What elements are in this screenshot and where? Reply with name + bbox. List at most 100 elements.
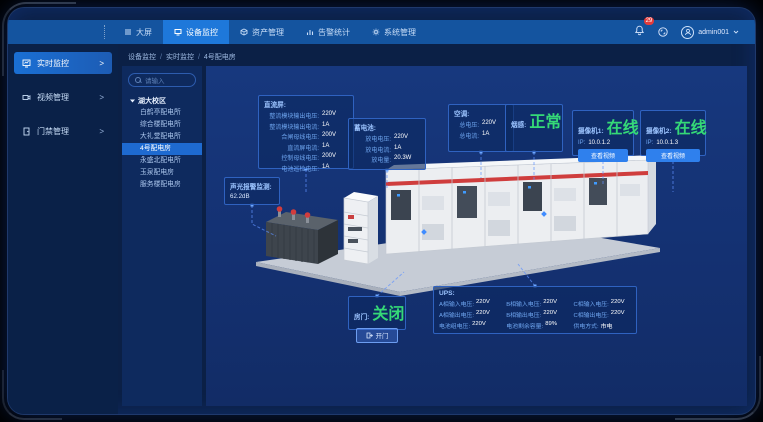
metric-value: 1A: [322, 143, 348, 152]
tree-item-selected[interactable]: 4号配电房: [122, 143, 202, 155]
app-window: 大屏 设备监控 资产管理 告警统计 系统管理 29: [8, 8, 755, 414]
notifications-button[interactable]: 29: [634, 23, 645, 41]
sidebar-item-label: 视频管理: [37, 92, 69, 103]
camera-title: 摄像机2:: [646, 125, 672, 135]
camera-status: 在线: [607, 114, 639, 138]
chevron-right-icon: >: [99, 59, 104, 68]
metric-value: 市电: [601, 321, 613, 330]
station-tree-panel: 请输入 湖大校区 白鹤亭配电所 综合楼配电所 大礼堂配电所 4号配电房 永盛北配…: [122, 66, 202, 406]
dc-screen-panel: 直流屏: 整流模块输出电压:220V 整流模块输出电流:1A 合闸母线电压:20…: [258, 95, 354, 169]
panel-title: 空调:: [454, 108, 508, 118]
chevron-right-icon: >: [99, 127, 104, 136]
door-access-icon: [22, 127, 31, 136]
user-menu[interactable]: admin001: [681, 26, 739, 39]
tree-item[interactable]: 玉泉配电房: [122, 167, 202, 179]
notification-badge: 29: [644, 17, 655, 25]
nav-item-assets[interactable]: 资产管理: [229, 20, 295, 44]
nav-item-dashboard[interactable]: 大屏: [113, 20, 163, 44]
avatar: [681, 26, 694, 39]
bar-chart-icon: [306, 28, 314, 36]
monitor-icon: [174, 28, 182, 36]
metric-label: 直流屏电流:: [264, 143, 319, 152]
nav-label: 大屏: [136, 27, 152, 38]
tree-root-label: 湖大校区: [138, 96, 166, 106]
search-placeholder: 请输入: [145, 75, 165, 85]
nav-item-alarm-stats[interactable]: 告警统计: [295, 20, 361, 44]
metric-value: 1A: [322, 164, 348, 173]
nav-divider: [104, 25, 105, 39]
chevron-right-icon: >: [99, 93, 104, 102]
metric-label: 放电电压:: [354, 134, 391, 143]
metric-label: 整流模块输出电压:: [264, 111, 319, 120]
metric-label: 总电流:: [454, 131, 479, 140]
nav-item-system[interactable]: 系统管理: [361, 20, 427, 44]
door-label: 房门:: [354, 311, 369, 321]
panel-title: 蓄电池:: [354, 122, 420, 132]
tree-search-input[interactable]: 请输入: [128, 73, 196, 87]
tree-item[interactable]: 永盛北配电所: [122, 155, 202, 167]
door-open-icon: [366, 332, 373, 339]
sound-light-alarm-panel: 声光报警监测: 62.2dB: [224, 177, 280, 205]
metric-value: 220V: [322, 111, 348, 120]
metric-label: 电池巡检电压:: [264, 164, 319, 173]
gear-icon: [372, 28, 380, 36]
bell-icon: [634, 25, 645, 36]
panel-title: 声光报警监测:: [230, 181, 274, 191]
tree-item[interactable]: 综合楼配电所: [122, 119, 202, 131]
sidebar-item-realtime-monitor[interactable]: 实时监控 >: [14, 52, 112, 74]
camera-1-panel: 摄像机1: 在线 IP: 10.0.1.2 查看视频: [572, 110, 634, 156]
breadcrumb-item[interactable]: 4号配电房: [204, 52, 236, 62]
fullscreen-icon[interactable]: [658, 27, 668, 37]
ups-panel: UPS: A相输入电压:220V B相输入电压:220V C相输入电压:220V…: [433, 286, 637, 334]
main-content: 直流屏: 整流模块输出电压:220V 整流模块输出电流:1A 合闸母线电压:20…: [206, 66, 747, 406]
camera-2-panel: 摄像机2: 在线 IP: 10.0.1.3 查看视频: [640, 110, 706, 156]
metric-label: 总电压:: [454, 120, 479, 129]
metric-label: 整流模块输出电流:: [264, 122, 319, 131]
ip-label: IP:: [646, 140, 653, 146]
tree-root-node[interactable]: 湖大校区: [122, 95, 202, 107]
open-door-label: 开门: [376, 331, 389, 340]
tree-item[interactable]: 白鹤亭配电所: [122, 107, 202, 119]
search-icon: [135, 77, 141, 83]
metric-label: C相输入电压:: [573, 299, 608, 308]
metric-label: B相输出电压:: [506, 310, 541, 319]
battery-panel: 蓄电池: 放电电压:220V 放电电流:1A 放电量:20.3W: [348, 118, 426, 170]
smoke-label: 烟感:: [511, 119, 526, 129]
menu-icon: [124, 28, 132, 36]
sidebar-item-video-management[interactable]: 视频管理 >: [14, 86, 112, 108]
user-icon: [684, 28, 692, 36]
sidebar: 实时监控 > 视频管理 > 门禁管理 >: [8, 44, 118, 414]
camera-status: 在线: [675, 114, 707, 138]
power-room-3d-scene: [214, 152, 694, 302]
metric-value: 200V: [322, 132, 348, 141]
door-status: 关闭: [372, 300, 404, 324]
asset-box-icon: [240, 28, 248, 36]
breadcrumb-item[interactable]: 实时监控: [166, 52, 194, 62]
alarm-level-value: 62.2dB: [230, 193, 274, 200]
metric-label: 电池组电压:: [439, 321, 470, 330]
breadcrumb-item[interactable]: 设备监控: [128, 52, 156, 62]
ip-value: 10.0.1.2: [588, 140, 610, 146]
breadcrumb: 设备监控 / 实时监控 / 4号配电房: [128, 52, 236, 62]
sidebar-item-label: 门禁管理: [37, 126, 69, 137]
nav-label: 资产管理: [252, 27, 284, 38]
view-video-button[interactable]: 查看视频: [646, 149, 700, 162]
sidebar-item-access-control[interactable]: 门禁管理 >: [14, 120, 112, 142]
tree-item[interactable]: 大礼堂配电所: [122, 131, 202, 143]
header-right-actions: 29 admin001: [634, 23, 755, 41]
metric-value: 200V: [322, 153, 348, 162]
room-door-panel: 房门: 关闭 开门: [348, 296, 406, 330]
realtime-monitor-icon: [22, 59, 31, 68]
nav-label: 设备监控: [186, 27, 218, 38]
nav-item-device-monitor[interactable]: 设备监控: [163, 20, 229, 44]
video-camera-icon: [22, 93, 31, 102]
metric-label: 电池剩余容量:: [506, 321, 543, 330]
metric-value: 1A: [322, 122, 348, 131]
view-video-button[interactable]: 查看视频: [578, 149, 628, 162]
metric-label: C相输出电压:: [573, 310, 608, 319]
open-door-button[interactable]: 开门: [356, 328, 399, 343]
metric-label: 供电方式:: [573, 321, 598, 330]
metric-value: 220V: [543, 299, 557, 308]
tree-item[interactable]: 服务楼配电房: [122, 179, 202, 191]
nav-label: 系统管理: [384, 27, 416, 38]
